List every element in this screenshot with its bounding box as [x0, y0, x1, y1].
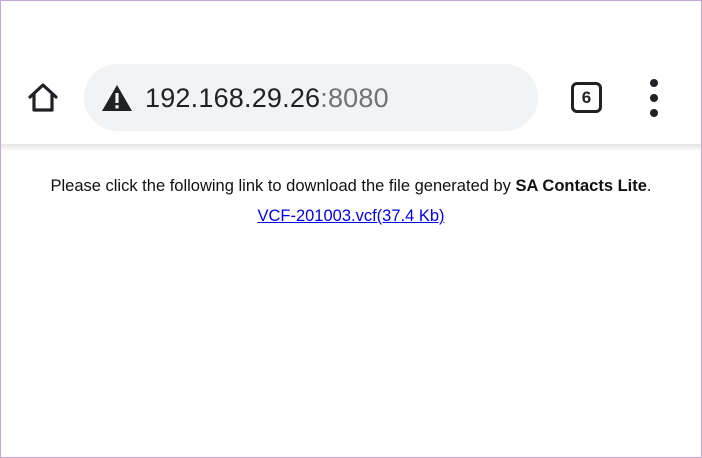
message-prefix: Please click the following link to downl…	[50, 177, 516, 195]
menu-dot	[650, 109, 658, 117]
url-host: 192.168.29.26	[145, 83, 321, 113]
tab-switcher-button[interactable]: 6	[571, 82, 602, 113]
page-content: Please click the following link to downl…	[1, 152, 701, 227]
download-message: Please click the following link to downl…	[1, 175, 701, 197]
download-link[interactable]: VCF-201003.vcf(37.4 Kb)	[257, 205, 444, 227]
browser-window: 192.168.29.26:8080 6 Please click the fo…	[0, 0, 702, 458]
url-text[interactable]: 192.168.29.26:8080	[145, 83, 389, 113]
message-suffix: .	[646, 177, 652, 195]
browser-toolbar: 192.168.29.26:8080 6	[1, 1, 701, 144]
menu-dot	[650, 79, 658, 87]
home-icon	[28, 83, 58, 112]
app-name: SA Contacts Lite	[515, 177, 647, 195]
home-button[interactable]	[23, 77, 63, 117]
tab-count: 6	[581, 87, 592, 107]
warning-triangle-icon[interactable]	[101, 84, 133, 112]
address-bar[interactable]: 192.168.29.26:8080	[84, 64, 538, 131]
more-vert-icon[interactable]	[641, 79, 667, 117]
toolbar-shadow	[1, 144, 701, 152]
menu-dot	[650, 94, 658, 102]
url-port: :8080	[320, 83, 389, 113]
